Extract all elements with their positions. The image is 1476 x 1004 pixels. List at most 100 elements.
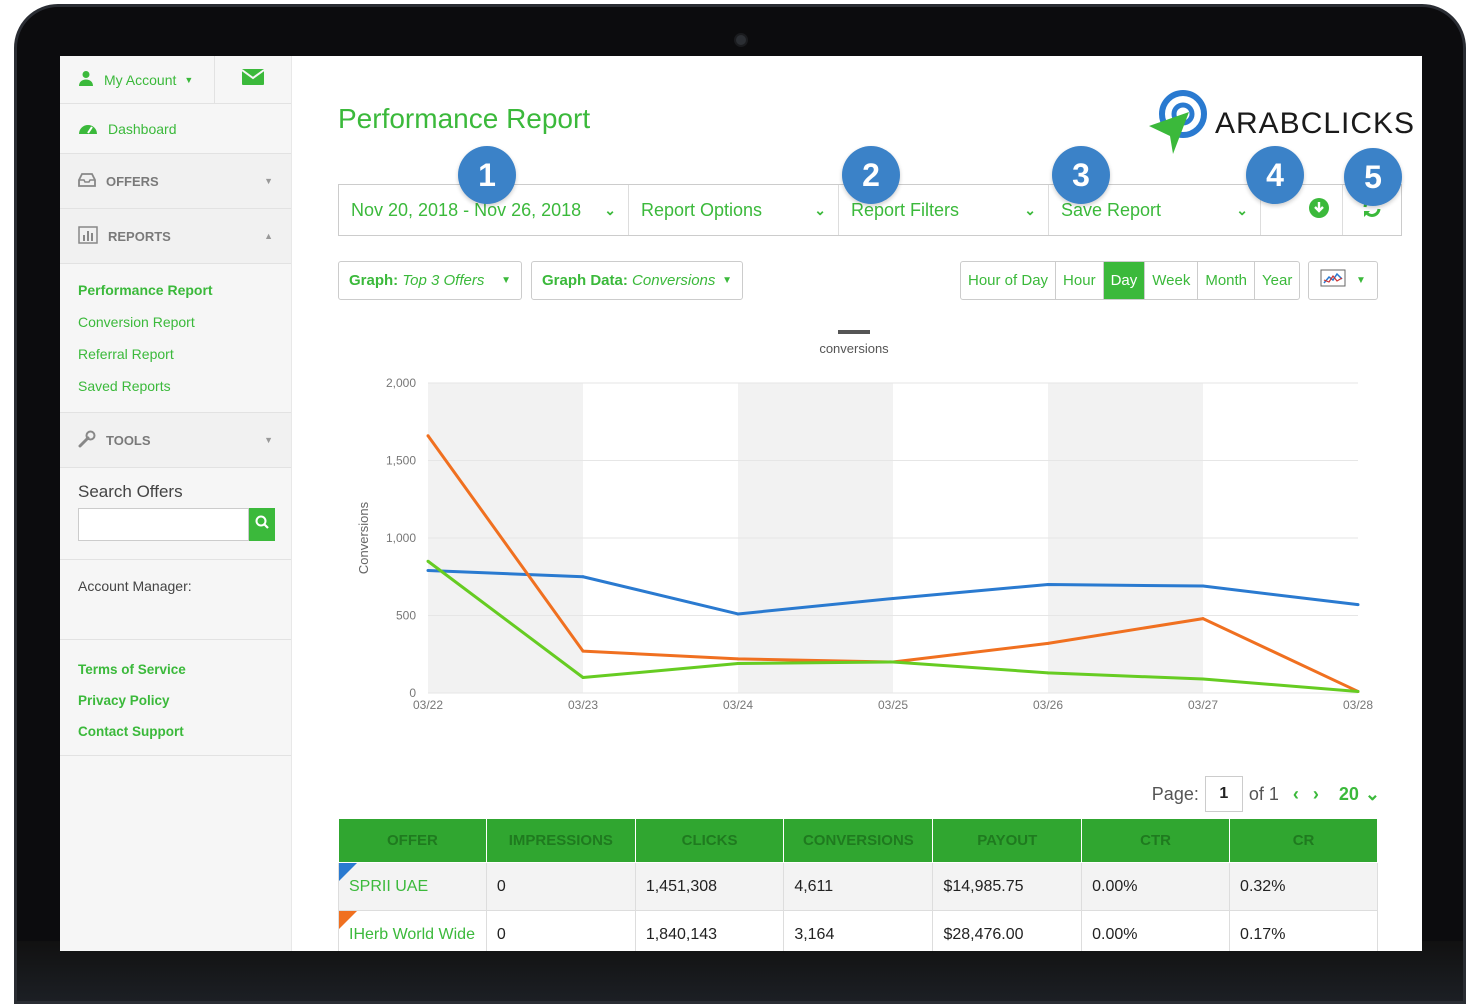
next-page-icon[interactable]: › xyxy=(1313,784,1319,805)
sidebar-item-performance-report[interactable]: Performance Report xyxy=(78,274,291,306)
data-point xyxy=(1046,583,1050,586)
y-tick-label: 2,000 xyxy=(386,376,416,390)
y-tick-label: 1,500 xyxy=(386,454,416,468)
column-header-clicks[interactable]: CLICKS xyxy=(634,818,785,863)
x-tick-label: 03/23 xyxy=(568,698,598,712)
table-cell: 1,840,143 xyxy=(634,910,785,951)
column-header-ctr[interactable]: CTR xyxy=(1081,818,1231,863)
page-of-label: of 1 xyxy=(1248,783,1279,804)
step-badge-1: 1 xyxy=(458,146,516,204)
caret-down-icon: ▼ xyxy=(184,74,194,85)
data-point xyxy=(1046,671,1050,675)
prev-page-icon[interactable]: ‹ xyxy=(1293,784,1299,805)
search-offers-input[interactable] xyxy=(78,508,249,541)
period-month[interactable]: Month xyxy=(1198,262,1256,299)
search-offers-label: Search Offers xyxy=(78,482,183,501)
chevron-down-icon: ⌄ xyxy=(814,201,826,218)
bar-chart-icon xyxy=(78,225,98,247)
mail-button[interactable] xyxy=(215,69,291,90)
series-color-flag xyxy=(339,911,357,929)
table-row: IHerb World Wide 0 1,840,143 3,164 $28,4… xyxy=(338,910,1378,951)
sidebar-item-conversion-report[interactable]: Conversion Report xyxy=(78,306,291,338)
sidebar-item-referral-report[interactable]: Referral Report xyxy=(78,338,291,370)
search-icon xyxy=(255,515,269,534)
graph-label: Graph: xyxy=(349,272,399,289)
data-point xyxy=(1201,584,1205,588)
data-point xyxy=(1356,689,1360,693)
report-table: OFFER IMPRESSIONS CLICKS CONVERSIONS PAY… xyxy=(338,818,1378,951)
period-day[interactable]: Day xyxy=(1103,262,1146,299)
logo-icon xyxy=(1147,86,1209,161)
chevron-down-icon: ⌄ xyxy=(604,201,616,218)
chart-type-button[interactable]: ▼ xyxy=(1308,261,1378,300)
sidebar-section-reports[interactable]: REPORTS ▲ xyxy=(60,209,291,264)
search-offers-panel: Search Offers xyxy=(60,468,291,560)
sidebar-section-offers[interactable]: OFFERS ▼ xyxy=(60,154,291,209)
period-selector: Hour of Day Hour Day Week Month Year xyxy=(960,261,1301,300)
data-point xyxy=(426,569,430,573)
period-hour-of-day[interactable]: Hour of Day xyxy=(961,262,1057,299)
period-hour[interactable]: Hour xyxy=(1056,262,1104,299)
inbox-icon xyxy=(78,172,96,190)
data-point xyxy=(891,596,895,600)
sidebar-item-dashboard[interactable]: Dashboard xyxy=(60,104,291,154)
x-tick-label: 03/24 xyxy=(723,698,753,712)
my-account-label: My Account xyxy=(104,71,177,88)
legend-label: conversions xyxy=(819,341,889,356)
graph-select[interactable]: Graph: Top 3 Offers ▼ xyxy=(338,261,522,300)
graph-data-label: Graph Data: xyxy=(542,272,628,289)
contact-support-link[interactable]: Contact Support xyxy=(78,716,291,747)
page-number-input[interactable]: 1 xyxy=(1204,776,1243,812)
caret-up-icon: ▲ xyxy=(264,231,273,241)
sidebar-item-saved-reports[interactable]: Saved Reports xyxy=(78,370,291,402)
report-options-dropdown[interactable]: Report Options ⌄ xyxy=(629,185,839,235)
column-header-impressions[interactable]: IMPRESSIONS xyxy=(485,818,636,863)
column-header-cr[interactable]: CR xyxy=(1229,818,1378,863)
table-cell: 0.32% xyxy=(1229,862,1378,911)
dashboard-label: Dashboard xyxy=(108,120,177,137)
x-tick-label: 03/27 xyxy=(1188,698,1218,712)
sidebar-section-tools[interactable]: TOOLS ▼ xyxy=(60,413,291,468)
logo-text: ARABCLICKS xyxy=(1215,106,1416,140)
account-bar: My Account ▼ xyxy=(60,56,291,104)
data-point xyxy=(736,657,740,661)
date-range-label: Nov 20, 2018 - Nov 26, 2018 xyxy=(351,199,582,220)
table-cell: 0.00% xyxy=(1081,862,1231,911)
account-manager: Account Manager: xyxy=(60,560,291,640)
x-tick-label: 03/28 xyxy=(1343,698,1373,712)
data-point xyxy=(581,575,585,579)
caret-down-icon: ▼ xyxy=(501,275,511,286)
graph-data-select[interactable]: Graph Data: Conversions ▼ xyxy=(531,261,743,300)
graph-value: Top 3 Offers xyxy=(402,272,485,289)
chevron-down-icon: ⌄ xyxy=(1364,783,1380,804)
period-year[interactable]: Year xyxy=(1255,262,1299,299)
camera xyxy=(734,33,748,47)
table-cell: 4,611 xyxy=(783,862,934,911)
app-screen: My Account ▼ Dashboard OFFERS ▼ REPORTS … xyxy=(60,56,1422,951)
offer-link[interactable]: SPRII UAE xyxy=(349,878,428,895)
terms-of-service-link[interactable]: Terms of Service xyxy=(78,654,291,685)
x-tick-label: 03/25 xyxy=(878,698,908,712)
per-page-select[interactable]: 20 xyxy=(1339,784,1359,805)
period-week[interactable]: Week xyxy=(1145,262,1199,299)
caret-down-icon: ▼ xyxy=(264,176,273,186)
data-point xyxy=(736,662,740,666)
step-badge-5: 5 xyxy=(1344,148,1402,206)
step-badge-4: 4 xyxy=(1246,146,1304,204)
offer-cell[interactable]: IHerb World Wide xyxy=(338,910,487,951)
column-header-payout[interactable]: PAYOUT xyxy=(932,818,1083,863)
reports-label: REPORTS xyxy=(108,228,171,244)
table-cell: $28,476.00 xyxy=(932,910,1083,951)
offer-link[interactable]: IHerb World Wide xyxy=(349,926,475,943)
privacy-policy-link[interactable]: Privacy Policy xyxy=(78,685,291,716)
data-point xyxy=(581,676,585,679)
chevron-down-icon: ⌄ xyxy=(1024,201,1036,218)
my-account-menu[interactable]: My Account ▼ xyxy=(60,56,215,103)
chevron-down-icon: ⌄ xyxy=(1236,201,1248,218)
column-header-conversions[interactable]: CONVERSIONS xyxy=(783,818,934,863)
table-row: SPRII UAE 0 1,451,308 4,611 $14,985.75 0… xyxy=(338,862,1378,911)
table-cell: 0.00% xyxy=(1081,910,1231,951)
search-button[interactable] xyxy=(249,508,275,541)
column-header-offer[interactable]: OFFER xyxy=(338,818,487,863)
offer-cell[interactable]: SPRII UAE xyxy=(338,862,487,911)
